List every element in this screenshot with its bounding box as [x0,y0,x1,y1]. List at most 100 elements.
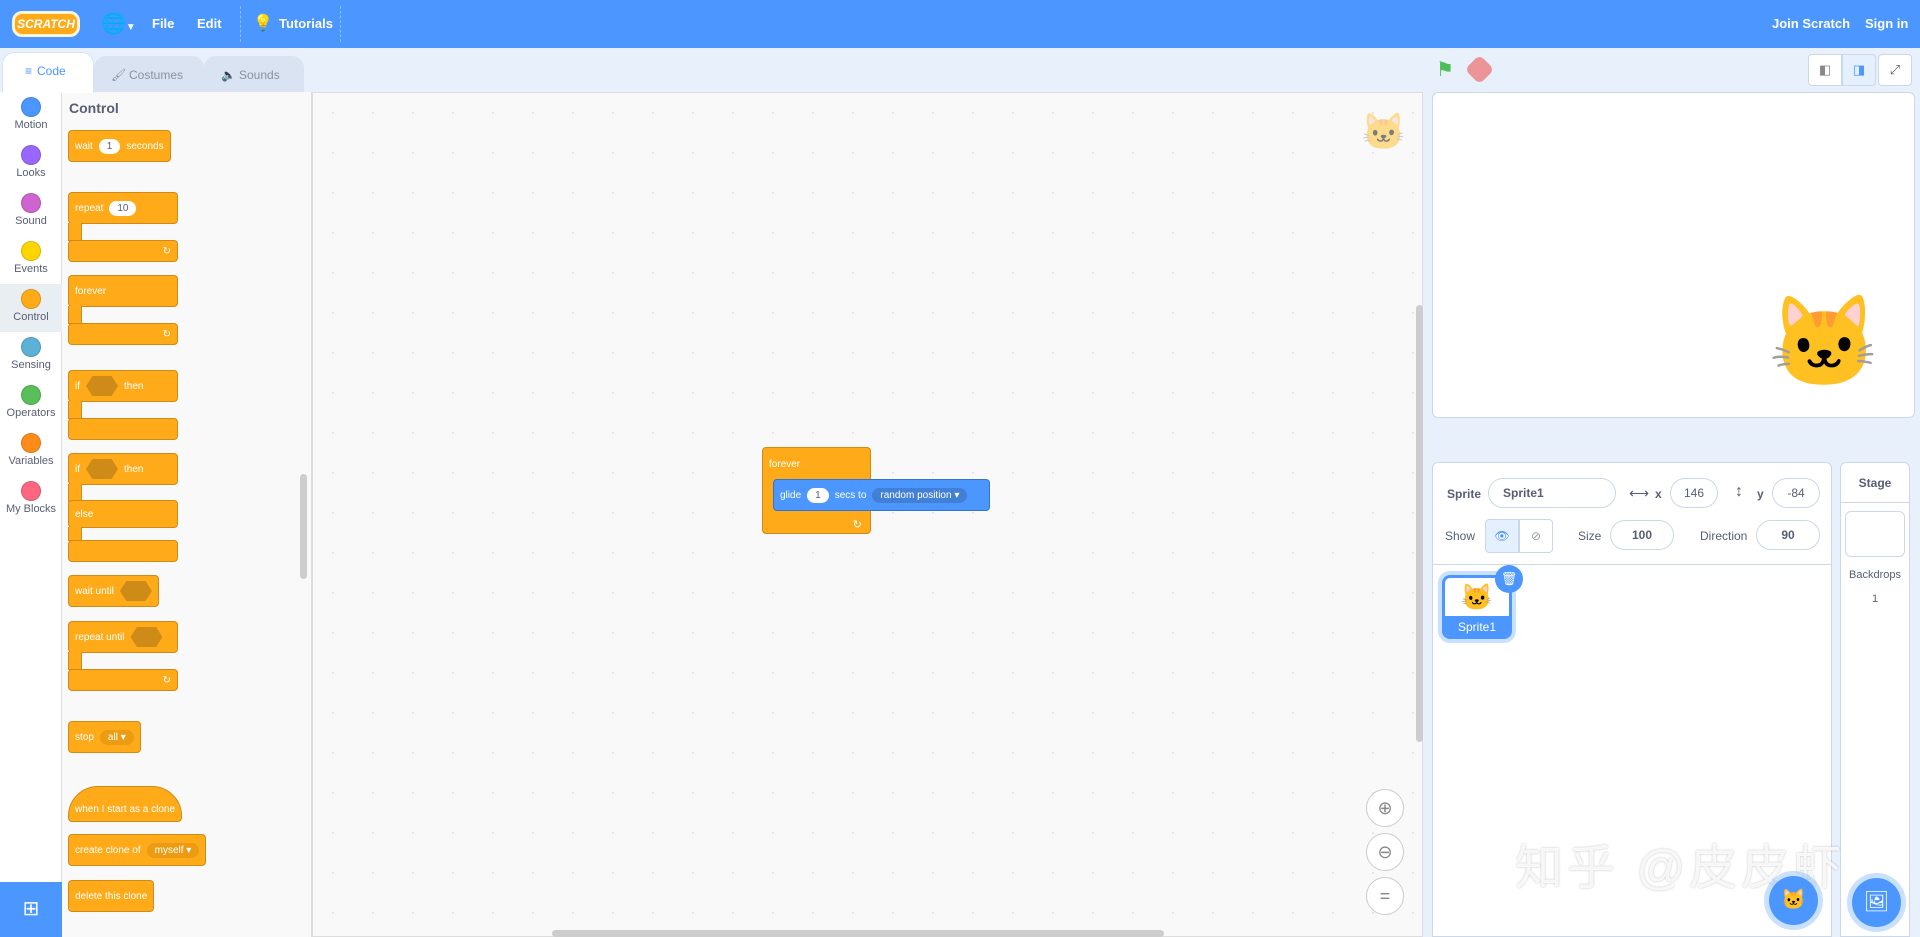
category-label: Control [13,311,49,323]
category-sound[interactable]: Sound [0,188,62,236]
block-if-then[interactable]: if then [68,370,178,402]
category-label: Looks [16,167,46,179]
category-dot-icon [21,193,41,213]
show-visible-button[interactable]: 👁 [1485,519,1519,553]
fullscreen-button[interactable]: ⤢ [1878,54,1912,86]
block-stop[interactable]: stop all ▾ [68,721,141,753]
block-text: if [75,380,80,392]
size-input[interactable]: 100 [1610,520,1674,550]
category-dot-icon [21,289,41,309]
dropdown-value: random position [880,489,952,501]
brush-icon: 🖌 [111,68,127,82]
edit-menu[interactable]: Edit [197,0,222,48]
category-dot-icon [21,481,41,501]
block-text: else [75,508,94,520]
loop-arrow-icon: ↻ [852,519,862,531]
stage-canvas[interactable]: 🐱 [1432,92,1915,418]
backdrops-label: Backdrops [1849,569,1901,581]
glide-block[interactable]: glide 1 secs to random position ▾ [773,479,990,511]
category-dot-icon [21,433,41,453]
trash-icon[interactable]: 🗑 [1495,565,1523,593]
block-when-clone-start[interactable]: when I start as a clone [68,786,183,822]
category-variables[interactable]: Variables [0,428,62,476]
globe-icon[interactable]: 🌐▼ [101,0,136,48]
zoom-reset-button[interactable]: = [1366,877,1404,915]
size-label: Size [1578,529,1602,543]
glide-target-dropdown[interactable]: random position ▾ [872,487,968,503]
category-dot-icon [21,385,41,405]
category-label: Sensing [11,359,51,371]
block-create-clone[interactable]: create clone of myself ▾ [68,834,207,866]
speaker-icon: 🔈 [221,68,236,82]
y-input[interactable]: -84 [1772,478,1820,508]
normal-stage-button[interactable]: ◨ [1842,54,1876,86]
direction-input[interactable]: 90 [1756,520,1820,550]
category-label: Motion [14,119,48,131]
stage-thumbnail[interactable] [1845,511,1905,557]
zoom-in-button[interactable]: ⊕ [1366,789,1404,827]
add-extension-button[interactable]: ⊞ [0,882,62,937]
sprite-cat[interactable]: 🐱 [1768,298,1880,388]
choose-backdrop-button[interactable]: 🖼 [1852,878,1901,927]
stage-selector-panel[interactable]: Stage Backdrops 1 [1840,462,1910,937]
tab-sounds[interactable]: 🔈 Sounds [204,56,304,92]
block-input[interactable]: 10 [109,200,137,216]
file-menu[interactable]: File [152,0,174,48]
category-dot-icon [21,97,41,117]
category-dot-icon [21,145,41,165]
lightbulb-icon: 💡 [253,15,273,32]
block-wait[interactable]: wait 1 seconds [68,130,171,162]
sprite-name-input[interactable]: Sprite1 [1488,478,1616,508]
category-menu: Motion Looks Sound Events Control Sensing Oper… [0,92,62,937]
small-stage-button[interactable]: ◧ [1808,54,1842,86]
zoom-out-button[interactable]: ⊖ [1366,833,1404,871]
tab-label: Sounds [239,68,280,82]
block-if-else[interactable]: if then [68,453,178,485]
code-icon: ≡ [25,64,33,78]
choose-sprite-button[interactable]: 🐱 [1769,876,1818,925]
tutorials-button[interactable]: Tutorials [279,0,333,48]
category-control[interactable]: Control [0,284,62,332]
tab-costumes[interactable]: 🖌 Costumes [94,56,204,92]
category-events[interactable]: Events [0,236,62,284]
clone-target-dropdown[interactable]: myself ▾ [146,842,200,858]
join-scratch-link[interactable]: Join Scratch [1772,0,1850,48]
tab-code[interactable]: ≡ Code [2,52,94,93]
block-text: wait [75,140,93,152]
block-text: wait until [75,585,114,597]
stop-icon[interactable] [1464,54,1495,85]
sprite-thumb-name: Sprite1 [1445,616,1509,636]
glide-secs-input[interactable]: 1 [807,487,829,503]
block-forever[interactable]: forever [68,275,178,307]
block-delete-clone[interactable]: delete this clone [68,880,155,912]
category-label: Events [14,263,48,275]
stop-dropdown[interactable]: all ▾ [99,729,134,745]
category-my-blocks[interactable]: My Blocks [0,476,62,524]
show-hidden-button[interactable]: ⊘ [1519,519,1553,553]
block-text: if [75,463,80,475]
vertical-arrow-icon: ↕ [1735,483,1743,500]
vertical-scrollbar[interactable] [1416,305,1423,742]
block-repeat-until[interactable]: repeat until [68,621,178,653]
category-motion[interactable]: Motion [0,92,62,140]
backdrops-count: 1 [1871,593,1879,605]
category-looks[interactable]: Looks [0,140,62,188]
category-label: Variables [8,455,54,467]
block-repeat[interactable]: repeat 10 [68,192,178,224]
category-sensing[interactable]: Sensing [0,332,62,380]
horizontal-scrollbar[interactable] [552,930,1164,937]
x-input[interactable]: 146 [1670,478,1718,508]
category-dot-icon [21,337,41,357]
block-wait-until[interactable]: wait until [68,575,159,607]
loop-arrow-icon: ↻ [68,240,178,262]
menu-bar: SCRATCH 🌐▼ File Edit 💡 Tutorials Join Sc… [0,0,1920,48]
category-operators[interactable]: Operators [0,380,62,428]
scratch-logo[interactable]: SCRATCH [12,11,80,37]
category-label: Sound [15,215,47,227]
stage-title: Stage [1841,463,1909,503]
green-flag-icon[interactable]: ⚑ [1436,57,1454,82]
sign-in-link[interactable]: Sign in [1865,0,1908,48]
palette-scrollbar[interactable] [300,474,307,579]
block-text: then [124,380,144,392]
block-input[interactable]: 1 [98,138,121,154]
